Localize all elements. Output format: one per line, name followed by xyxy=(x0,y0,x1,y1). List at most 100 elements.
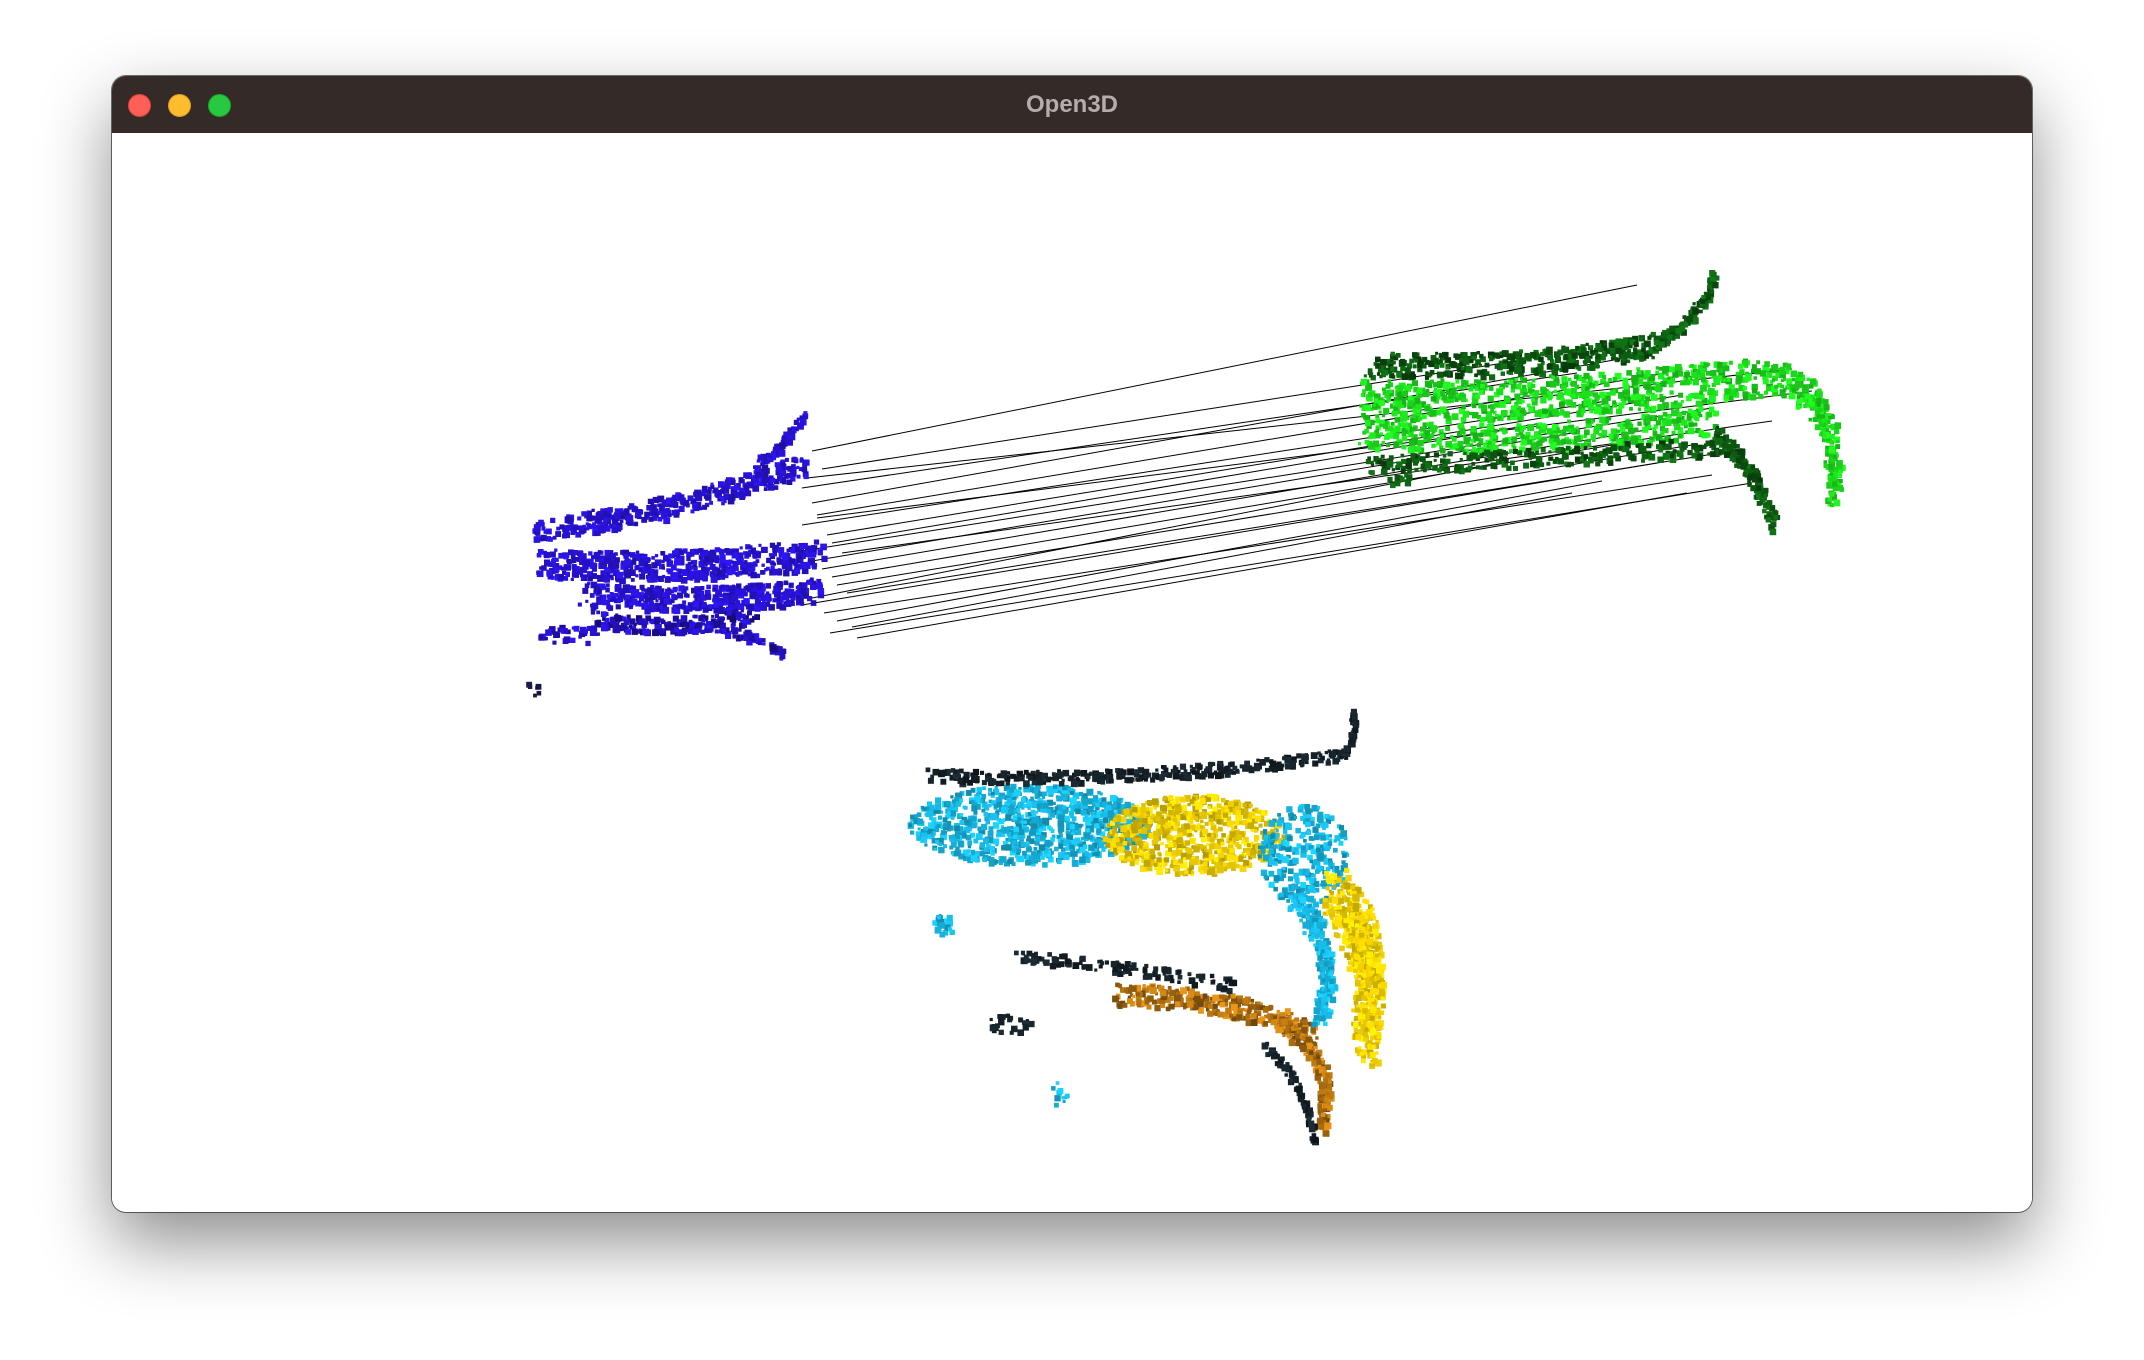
target-point xyxy=(1412,352,1418,358)
target-point xyxy=(1387,476,1393,482)
source-point xyxy=(604,556,611,564)
target-point xyxy=(1830,434,1835,440)
close-icon[interactable] xyxy=(128,94,151,117)
target-point xyxy=(1436,439,1442,446)
target-point xyxy=(1593,407,1601,415)
target-point xyxy=(1645,405,1649,409)
target-point xyxy=(1443,467,1450,474)
target-point xyxy=(1611,353,1616,358)
source-point xyxy=(800,587,807,594)
source-point xyxy=(757,590,762,595)
registered-point xyxy=(1110,795,1117,802)
target-point xyxy=(1461,397,1466,403)
target-point xyxy=(1705,432,1711,438)
registered-point xyxy=(910,814,915,819)
source-point xyxy=(649,594,655,601)
target-point xyxy=(1740,453,1746,459)
registered-point xyxy=(982,857,987,863)
target-point xyxy=(1522,391,1528,397)
target-point xyxy=(1445,426,1450,431)
registered-point xyxy=(1057,814,1065,822)
target-point xyxy=(1678,392,1684,398)
source-point xyxy=(710,482,714,486)
target-point xyxy=(1812,417,1818,422)
target-point xyxy=(1701,295,1706,300)
registered-point xyxy=(1106,804,1112,811)
target-point xyxy=(1677,412,1682,418)
minimize-icon[interactable] xyxy=(168,94,191,117)
target-point xyxy=(1479,432,1484,437)
source-point xyxy=(671,573,679,581)
source-point xyxy=(585,522,589,526)
target-point xyxy=(1561,438,1567,444)
source-point xyxy=(548,537,553,542)
target-point xyxy=(1766,386,1772,392)
target-point xyxy=(1756,501,1762,506)
target-point xyxy=(1828,446,1836,454)
registered-point xyxy=(1058,829,1063,834)
source-point xyxy=(591,602,599,610)
target-point xyxy=(1712,282,1719,289)
target-point xyxy=(1575,345,1580,350)
registered-point xyxy=(973,838,979,844)
target-point xyxy=(1510,413,1515,417)
target-point xyxy=(1651,405,1657,411)
source-point xyxy=(541,526,546,531)
target-point xyxy=(1581,347,1587,353)
scene-canvas xyxy=(526,270,1846,1146)
target-point xyxy=(1445,441,1452,448)
target-point xyxy=(1512,362,1516,366)
source-point xyxy=(617,589,622,594)
source-point xyxy=(794,568,801,575)
target-point xyxy=(1675,363,1682,371)
source-point xyxy=(803,459,810,466)
titlebar[interactable]: Open3D xyxy=(112,76,2032,134)
target-point xyxy=(1657,456,1664,463)
source-point xyxy=(578,525,584,532)
target-point xyxy=(1583,461,1590,468)
target-point xyxy=(1424,405,1431,412)
source-point xyxy=(606,605,611,610)
registered-point xyxy=(992,822,1000,829)
registered-point xyxy=(949,845,954,850)
target-point xyxy=(1567,353,1572,357)
target-point xyxy=(1420,426,1426,432)
registered-point xyxy=(1085,857,1091,863)
source-point xyxy=(664,624,671,631)
registered-point xyxy=(1006,797,1012,803)
source-point xyxy=(781,553,788,560)
target-point xyxy=(1493,401,1500,408)
target-point xyxy=(1595,354,1601,360)
registered-point xyxy=(1046,808,1052,814)
source-point xyxy=(591,593,595,597)
target-point xyxy=(1404,429,1409,434)
target-point xyxy=(1454,467,1461,474)
source-point xyxy=(685,567,690,572)
registered-point xyxy=(984,816,990,822)
source-point xyxy=(602,511,608,516)
registered-point xyxy=(1007,808,1015,816)
target-point xyxy=(1602,448,1608,454)
target-point xyxy=(1769,528,1777,536)
source-point xyxy=(709,500,713,505)
target-point xyxy=(1639,337,1644,341)
target-point xyxy=(1400,469,1406,474)
target-point xyxy=(1751,388,1758,394)
source-point xyxy=(632,506,639,513)
zoom-icon[interactable] xyxy=(208,94,231,117)
registered-point xyxy=(1071,816,1077,821)
target-point xyxy=(1692,410,1697,415)
registered-point xyxy=(1069,844,1075,850)
target-point xyxy=(1468,386,1474,392)
render-viewport[interactable] xyxy=(112,133,2032,1212)
target-point xyxy=(1395,353,1401,358)
source-point xyxy=(787,430,793,435)
source-point xyxy=(783,580,789,586)
source-point xyxy=(810,551,817,558)
target-point xyxy=(1700,384,1707,392)
target-point xyxy=(1386,396,1392,402)
source-point xyxy=(644,511,650,518)
registered-point xyxy=(1030,822,1038,830)
source-point xyxy=(782,591,786,596)
source-point xyxy=(662,574,666,578)
